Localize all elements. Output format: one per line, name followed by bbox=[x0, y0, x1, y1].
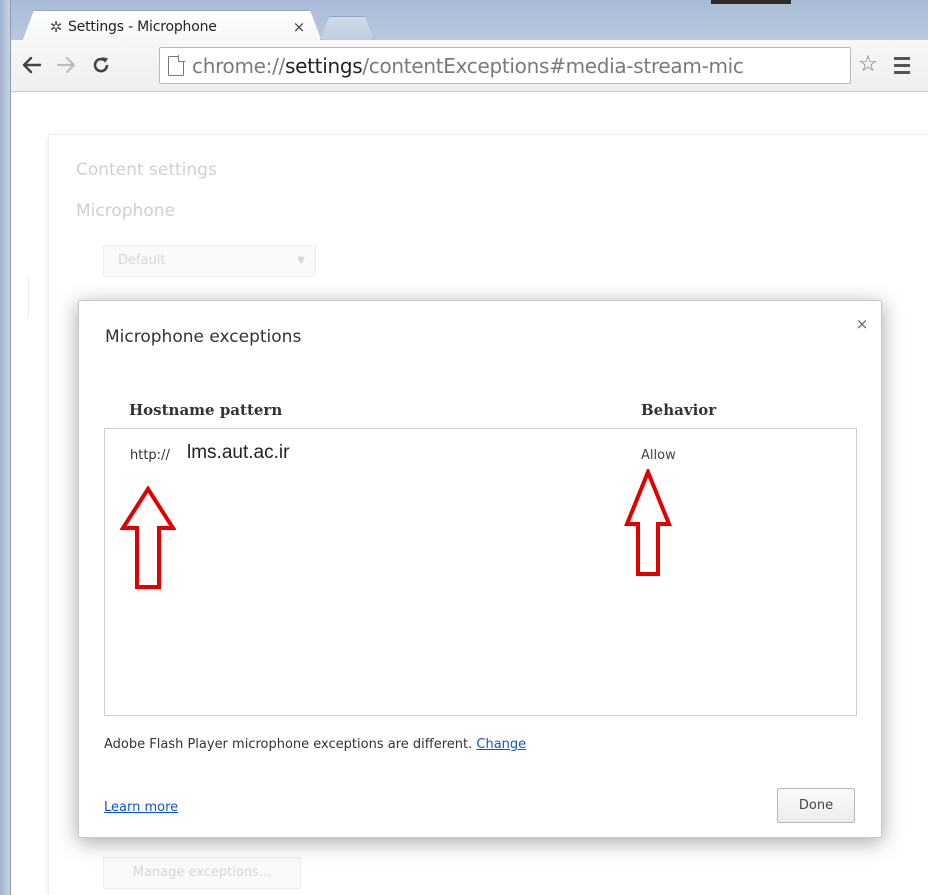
window-left-border bbox=[0, 0, 11, 895]
content-settings-title: Content settings bbox=[76, 160, 217, 180]
annotation-arrow-up-icon bbox=[624, 469, 672, 576]
done-button[interactable]: Done bbox=[777, 788, 855, 823]
address-bar[interactable]: chrome://settings/contentExceptions#medi… bbox=[159, 47, 851, 84]
tab-close-icon[interactable]: × bbox=[289, 18, 309, 36]
window-edge-decoration bbox=[711, 0, 791, 4]
dialog-title: Microphone exceptions bbox=[105, 327, 302, 347]
tab-title: Settings - Microphone bbox=[68, 19, 217, 35]
annotation-arrow-up-icon bbox=[120, 486, 176, 589]
column-header-behavior: Behavior bbox=[641, 401, 717, 419]
tab-settings-microphone[interactable]: ✲ Settings - Microphone × bbox=[30, 12, 315, 42]
bookmark-star-icon[interactable]: ☆ bbox=[854, 50, 882, 80]
close-icon[interactable]: × bbox=[853, 315, 871, 333]
menu-icon[interactable] bbox=[888, 50, 916, 80]
reload-icon[interactable] bbox=[86, 50, 116, 80]
manage-exceptions-button[interactable]: Manage exceptions... bbox=[103, 857, 301, 889]
learn-more-link[interactable]: Learn more bbox=[104, 800, 178, 815]
page-left-divider bbox=[11, 277, 29, 317]
url-scheme: chrome:// bbox=[192, 53, 285, 78]
exception-behavior[interactable]: Allow bbox=[641, 448, 676, 463]
url-host: settings bbox=[285, 53, 363, 78]
back-arrow-icon[interactable] bbox=[17, 50, 47, 80]
page-icon bbox=[168, 55, 185, 76]
gear-icon: ✲ bbox=[49, 18, 63, 36]
url-path: /contentExceptions#media-stream-mic bbox=[362, 53, 744, 78]
browser-toolbar: chrome://settings/contentExceptions#medi… bbox=[11, 40, 928, 92]
chevron-down-icon: ▼ bbox=[297, 255, 305, 266]
exception-hostname: lms.aut.ac.ir bbox=[187, 442, 290, 463]
microphone-exceptions-dialog: Microphone exceptions × Hostname pattern… bbox=[78, 300, 882, 838]
flash-exceptions-note: Adobe Flash Player microphone exceptions… bbox=[104, 737, 526, 752]
microphone-default-select[interactable]: Default ▼ bbox=[103, 245, 316, 277]
column-header-hostname: Hostname pattern bbox=[129, 401, 283, 419]
change-link[interactable]: Change bbox=[476, 737, 526, 752]
url-text[interactable]: chrome://settings/contentExceptions#medi… bbox=[192, 54, 744, 78]
forward-arrow-icon[interactable] bbox=[51, 50, 81, 80]
flash-note-text: Adobe Flash Player microphone exceptions… bbox=[104, 737, 473, 752]
select-value: Default bbox=[118, 253, 166, 268]
microphone-section-title: Microphone bbox=[76, 201, 175, 221]
exceptions-list[interactable]: http:// lms.aut.ac.ir Allow bbox=[104, 428, 857, 716]
list-item[interactable]: http:// lms.aut.ac.ir Allow bbox=[105, 439, 856, 471]
browser-window: ✲ Settings - Microphone × chrome://setti… bbox=[0, 0, 928, 895]
exception-scheme: http:// bbox=[130, 448, 170, 463]
